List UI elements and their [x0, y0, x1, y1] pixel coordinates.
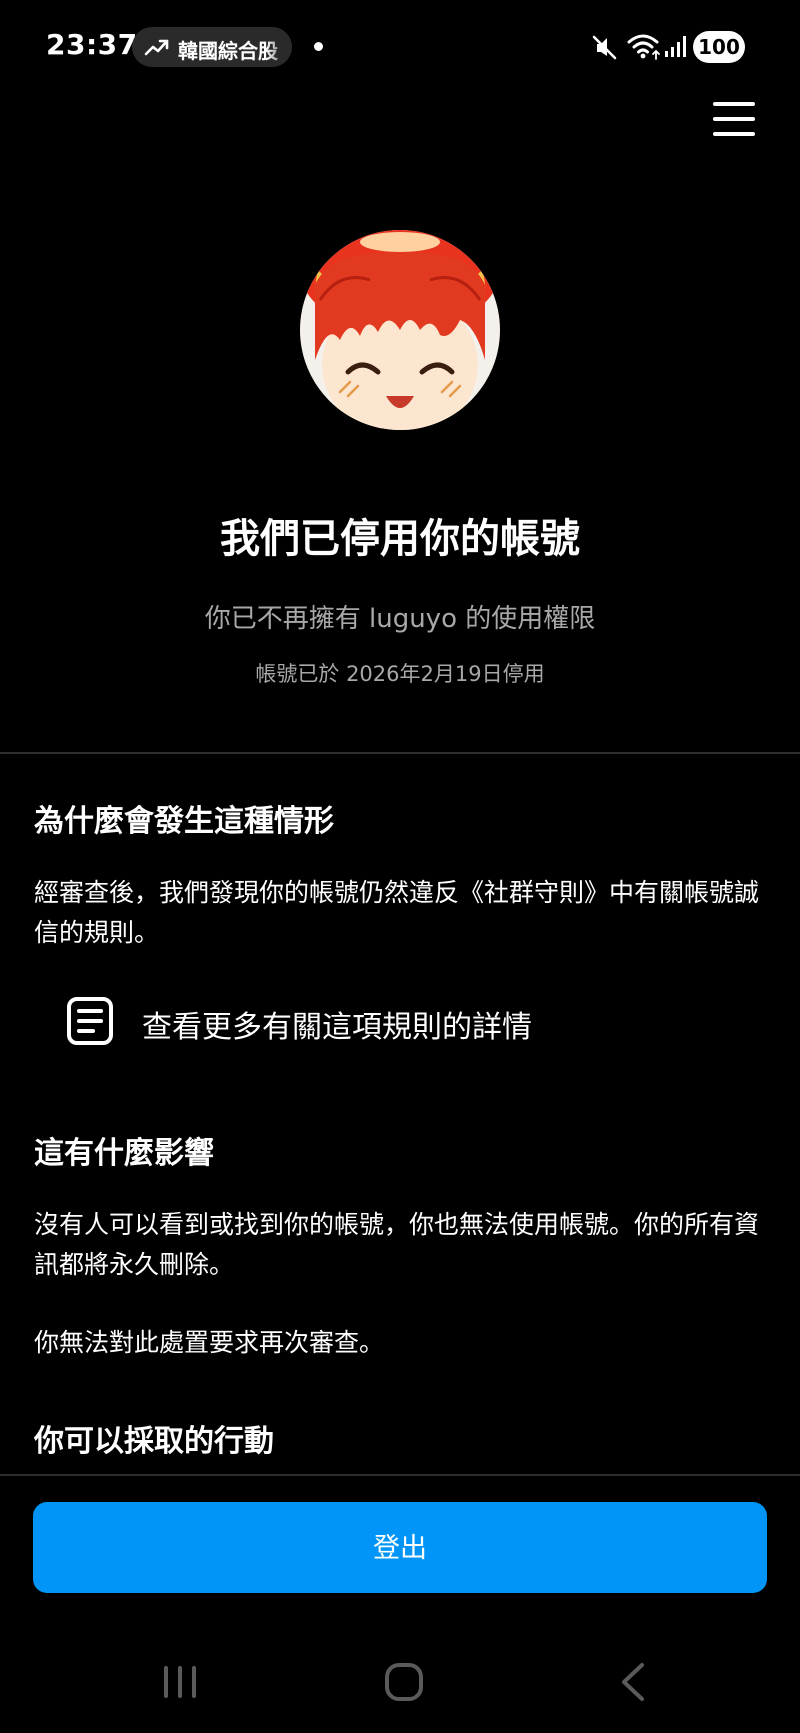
signal-icon	[665, 36, 686, 57]
access-revoked-text: 你已不再擁有 luguyo 的使用權限	[204, 604, 596, 634]
profile-avatar	[300, 230, 500, 430]
trending-chip[interactable]: 韓國綜合股	[132, 27, 292, 67]
recent-apps-icon[interactable]	[160, 1660, 200, 1704]
trending-label: 韓國綜合股	[178, 39, 278, 63]
menu-line-bottom	[713, 132, 755, 136]
page-title: 我們已停用你的帳號	[220, 516, 580, 562]
chip-fade	[266, 27, 292, 67]
menu-line-top	[713, 102, 755, 106]
home-icon[interactable]	[384, 1660, 424, 1704]
notification-dot-icon	[314, 42, 323, 51]
back-icon[interactable]	[614, 1660, 654, 1704]
logout-button[interactable]: 登出	[33, 1502, 767, 1593]
trending-arrow-icon	[144, 39, 169, 56]
hamburger-menu-icon[interactable]	[708, 96, 760, 142]
mute-icon	[592, 35, 617, 60]
status-time: 23:37	[46, 28, 138, 61]
document-icon	[67, 997, 113, 1045]
rule-details-link[interactable]: 查看更多有關這項規則的詳情	[66, 990, 706, 1054]
bottom-divider	[0, 1474, 800, 1476]
why-body-text: 經審查後，我們發現你的帳號仍然違反《社群守則》中有關帳號誠信的規則。	[34, 878, 760, 947]
wifi-icon	[627, 34, 660, 60]
anime-avatar-icon	[300, 230, 500, 430]
rule-link-label: 查看更多有關這項規則的詳情	[142, 1010, 532, 1045]
effect-heading: 這有什麼影響	[34, 1136, 214, 1171]
why-heading: 為什麼會發生這種情形	[34, 804, 334, 839]
disabled-date-text: 帳號已於 2026年2月19日停用	[255, 662, 545, 686]
effect-body-text: 沒有人可以看到或找到你的帳號，你也無法使用帳號。你的所有資訊都將永久刪除。	[34, 1210, 760, 1279]
status-bar: 23:37 韓國綜合股 100	[0, 0, 800, 96]
menu-line-middle	[713, 117, 755, 121]
actions-heading: 你可以採取的行動	[34, 1424, 274, 1459]
appeal-text: 你無法對此處置要求再次審查。	[34, 1328, 385, 1357]
top-divider	[0, 752, 800, 754]
battery-icon: 100	[693, 31, 745, 63]
